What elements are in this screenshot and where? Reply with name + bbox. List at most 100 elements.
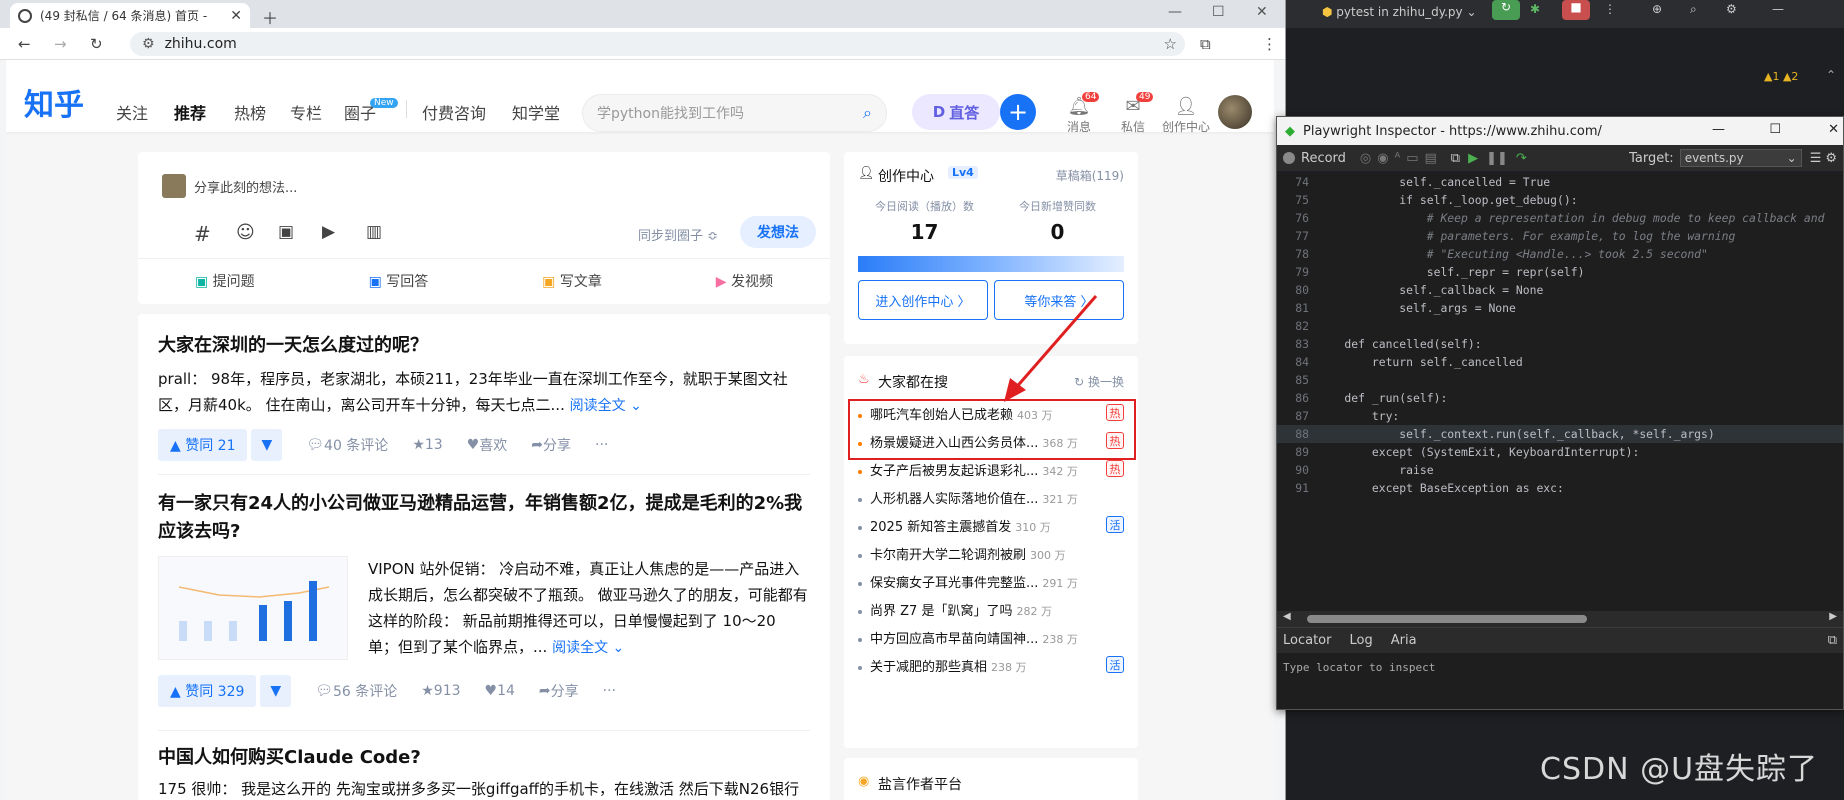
site-info-icon[interactable]: ⚙ bbox=[142, 36, 155, 52]
list-icon[interactable]: ☰ bbox=[1810, 151, 1822, 166]
more-icon[interactable]: ··· bbox=[603, 683, 616, 699]
image-icon[interactable]: ▣ bbox=[278, 222, 294, 242]
hot-search-item[interactable]: 女子产后被男友起诉退彩礼... 342 万 bbox=[858, 460, 1078, 479]
read-more-link[interactable]: 阅读全文 ⌄ bbox=[570, 398, 642, 414]
code-viewer[interactable]: 74 self._cancelled = True 75 if self._loo… bbox=[1277, 173, 1843, 611]
creator-center-button[interactable]: 👤︎ 创作中心 bbox=[1158, 96, 1214, 135]
question-title[interactable]: 有一家只有24人的小公司做亚马逊精品运营，年销售额2亿，提成是毛利的2%我应该去… bbox=[158, 490, 808, 546]
warnings-indicator[interactable]: ▲1 ▲2 bbox=[1764, 70, 1798, 83]
creator-banner-image[interactable] bbox=[858, 256, 1124, 272]
messages-button[interactable]: 🔔︎ 64 消息 bbox=[1056, 92, 1102, 135]
scroll-left-icon[interactable]: ◀ bbox=[1283, 611, 1291, 622]
search-icon[interactable]: ⌕ bbox=[863, 103, 872, 123]
ask-question-button[interactable]: ▣ 提问题 bbox=[195, 271, 255, 291]
maximize-icon[interactable]: ☐ bbox=[1212, 4, 1225, 20]
write-answer-button[interactable]: ▣ 写回答 bbox=[369, 271, 429, 291]
forward-icon[interactable]: → bbox=[54, 35, 67, 53]
tab-locator[interactable]: Locator bbox=[1283, 633, 1331, 648]
hot-search-item[interactable]: 中方回应高市早苗向靖国神... 238 万 bbox=[858, 628, 1078, 647]
horizontal-scrollbar[interactable]: ◀ ▶ bbox=[1277, 611, 1843, 627]
step-over-icon[interactable]: ↷ bbox=[1516, 151, 1527, 166]
url-field[interactable]: ⚙ zhihu.com ☆ bbox=[130, 32, 1185, 56]
back-icon[interactable]: ← bbox=[18, 35, 31, 53]
upvote-button[interactable]: ▲ 赞同 21 bbox=[158, 429, 248, 461]
target-select[interactable]: events.py ⌄ bbox=[1679, 149, 1802, 167]
nav-recommend[interactable]: 推荐 bbox=[174, 100, 206, 124]
tab-aria[interactable]: Aria bbox=[1391, 633, 1417, 648]
write-article-button[interactable]: ▣ 写文章 bbox=[542, 271, 602, 291]
answer-thumbnail[interactable] bbox=[158, 556, 348, 660]
settings-gear-icon[interactable]: ⚙ bbox=[1726, 2, 1737, 16]
inspector-settings-icon[interactable]: ⚙ bbox=[1825, 151, 1837, 166]
stat-reads[interactable]: 今日阅读（播放）数 17 bbox=[858, 198, 991, 244]
share-button[interactable]: ➦ 分享 bbox=[531, 435, 571, 455]
post-video-button[interactable]: ▶ 发视频 bbox=[716, 271, 773, 291]
more-actions-icon[interactable]: ⋮ bbox=[1604, 2, 1616, 16]
comments-button[interactable]: 💬︎ 56 条评论 bbox=[315, 681, 397, 701]
search-everywhere-icon[interactable]: ⌕ bbox=[1690, 2, 1697, 17]
like-button[interactable]: ♥ 喜欢 bbox=[467, 435, 508, 455]
close-window-icon[interactable]: ✕ bbox=[1256, 4, 1268, 20]
comments-button[interactable]: 💬︎ 40 条评论 bbox=[306, 435, 388, 455]
stop-icon[interactable]: ■ bbox=[1562, 0, 1590, 20]
copy-icon[interactable]: ⧉ bbox=[1451, 151, 1460, 166]
scrollbar-thumb[interactable] bbox=[1307, 615, 1587, 623]
zhida-button[interactable]: Ⅾ 直答 bbox=[912, 94, 1000, 130]
hot-search-item[interactable]: 2025 新知答主震撼首发 310 万 bbox=[858, 516, 1051, 535]
scroll-right-icon[interactable]: ▶ bbox=[1829, 611, 1837, 622]
salt-author-title[interactable]: 盐言作者平台 bbox=[878, 774, 962, 794]
cast-icon[interactable]: ⧉ bbox=[1200, 35, 1211, 53]
reload-icon[interactable]: ↻ bbox=[90, 35, 103, 53]
hashtag-icon[interactable]: # bbox=[194, 222, 211, 246]
answer-excerpt[interactable]: VIPON 站外促销： 冷启动不难，真正让人焦虑的是——产品进入成长期后，怎么都… bbox=[368, 556, 808, 661]
run-config[interactable]: ⬢ pytest in zhihu_dy.py ⌄ bbox=[1322, 5, 1477, 19]
poll-icon[interactable]: ▥ bbox=[366, 222, 382, 242]
close-tab-icon[interactable]: ✕ bbox=[230, 8, 242, 24]
like-button[interactable]: ♥ 14 bbox=[485, 683, 515, 699]
question-title[interactable]: 大家在深圳的一天怎么度过的呢？ bbox=[158, 332, 808, 360]
emoji-icon[interactable]: ☺ bbox=[236, 222, 255, 243]
nav-zhixuetang[interactable]: 知学堂 bbox=[512, 100, 560, 124]
pause-icon[interactable]: ❚❚ bbox=[1486, 151, 1508, 166]
favorite-button[interactable]: ★ 13 bbox=[412, 437, 442, 453]
publish-thought-button[interactable]: 发想法 bbox=[740, 216, 816, 248]
video-icon[interactable]: ▶ bbox=[322, 222, 335, 242]
zhihu-logo[interactable]: 知乎 bbox=[24, 80, 84, 124]
add-user-icon[interactable]: ⊕ bbox=[1652, 2, 1662, 16]
answer-excerpt[interactable]: prall： 98年，程序员，老家湖北，本硕211，23年毕业一直在深圳工作至今… bbox=[158, 366, 808, 419]
share-button[interactable]: ➦ 分享 bbox=[539, 681, 579, 701]
rerun-icon[interactable]: ↻ bbox=[1492, 0, 1520, 20]
nav-hot[interactable]: 热榜 bbox=[234, 100, 266, 124]
drafts-link[interactable]: 草稿箱(119) bbox=[1056, 167, 1124, 184]
downvote-button[interactable]: ▼ bbox=[260, 675, 292, 707]
search-input[interactable]: 学python能找到工作吗 ⌕ bbox=[582, 94, 887, 132]
collapse-icon[interactable]: ⌃ bbox=[1826, 68, 1836, 82]
more-icon[interactable]: ··· bbox=[595, 437, 608, 453]
downvote-button[interactable]: ▼ bbox=[251, 429, 283, 461]
nav-paid-consult[interactable]: 付费咨询 bbox=[422, 100, 486, 124]
private-messages-button[interactable]: ✉ 49 私信 bbox=[1110, 92, 1156, 135]
hot-search-item[interactable]: 关于减肥的那些真相 238 万 bbox=[858, 656, 1027, 675]
stat-upvotes[interactable]: 今日新增赞同数 0 bbox=[991, 198, 1124, 244]
debug-icon[interactable]: ✱ bbox=[1530, 2, 1540, 16]
sync-to-circle[interactable]: 同步到圈子 ≎ bbox=[638, 225, 718, 244]
hot-search-item[interactable]: 保安瘸女子耳光事件完整监... 291 万 bbox=[858, 572, 1078, 591]
enter-creator-center-button[interactable]: 进入创作中心 〉 bbox=[858, 280, 988, 320]
upvote-button[interactable]: ▲ 赞同 329 bbox=[158, 675, 257, 707]
nav-follow[interactable]: 关注 bbox=[116, 100, 148, 124]
hot-search-item[interactable]: 卡尔南开大学二轮调剂被刷 300 万 bbox=[858, 544, 1066, 563]
composer-placeholder[interactable]: 分享此刻的想法... bbox=[194, 177, 297, 196]
inspector-close-icon[interactable]: ✕ bbox=[1828, 122, 1839, 137]
user-avatar[interactable] bbox=[1218, 95, 1252, 129]
read-more-link[interactable]: 阅读全文 ⌄ bbox=[552, 640, 624, 656]
minimize-icon[interactable]: — bbox=[1168, 4, 1182, 20]
nav-column[interactable]: 专栏 bbox=[290, 100, 322, 124]
new-tab-icon[interactable]: ＋ bbox=[262, 5, 278, 29]
inspector-minimize-icon[interactable]: — bbox=[1712, 122, 1725, 137]
browser-menu-icon[interactable]: ⋮ bbox=[1262, 35, 1277, 53]
ide-minimize-icon[interactable]: — bbox=[1772, 2, 1784, 16]
locator-input[interactable]: Type locator to inspect bbox=[1277, 653, 1843, 709]
hot-search-item[interactable]: 人形机器人实际落地价值在... 321 万 bbox=[858, 488, 1078, 507]
favorite-button[interactable]: ★ 913 bbox=[421, 683, 460, 699]
record-button[interactable]: Record bbox=[1301, 151, 1346, 166]
